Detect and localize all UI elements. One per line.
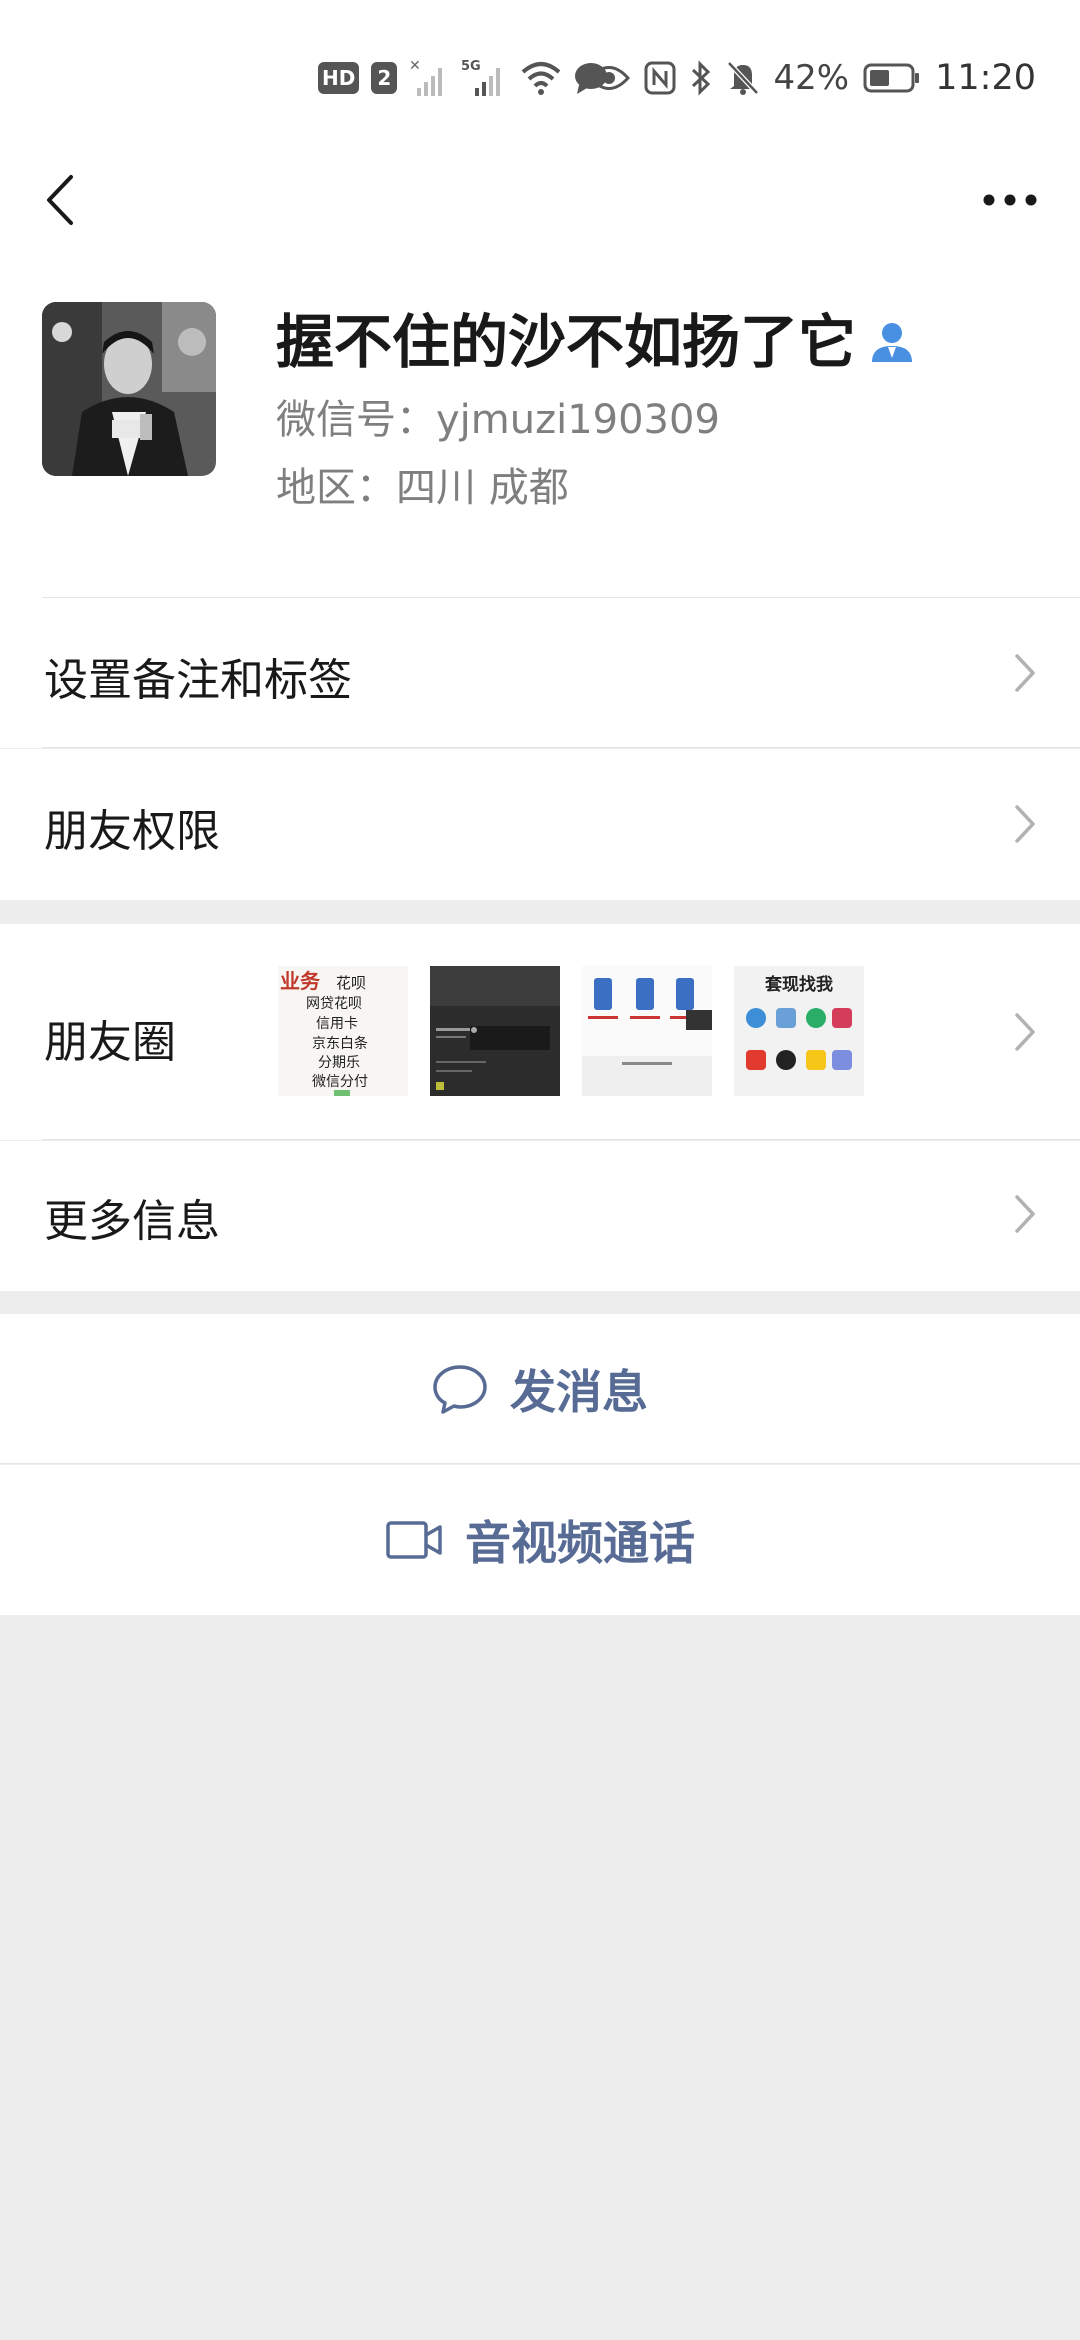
svg-text:5G: 5G (461, 59, 481, 74)
nickname: 握不住的沙不如扬了它 (276, 308, 857, 376)
wifi-icon (521, 62, 561, 95)
region: 地区：四川 成都 (276, 465, 569, 511)
chevron-right-icon (1015, 1013, 1035, 1051)
friend-permissions-row[interactable]: 朋友权限 (0, 749, 1080, 900)
status-bar-left: HD 2 ✕ 5G (318, 56, 609, 100)
thumb-apps-image: 套现找我 (734, 966, 864, 1096)
thumb1-line: 微信分付 (312, 1074, 368, 1090)
status-bar-right: 42% 11:20 (587, 56, 1036, 100)
moments-thumb (582, 966, 712, 1096)
moments-thumb: 业务 花呗 网贷花呗 信用卡 京东白条 分期乐 微信分付 (278, 966, 408, 1096)
moments-row[interactable]: 朋友圈 业务 花呗 网贷花呗 信用卡 京东白条 分期乐 微信分付 套现找我 (0, 924, 1080, 1140)
thumb1-line: 信用卡 (316, 1016, 358, 1032)
thumb1-line: 网贷花呗 (306, 996, 362, 1012)
profile-card: 握不住的沙不如扬了它 微信号：yjmuzi190309 地区：四川 成都 (0, 280, 1080, 598)
more-button[interactable] (970, 160, 1050, 240)
thumb1-line: 花呗 (336, 974, 366, 992)
send-message-button[interactable]: 发消息 (0, 1314, 1080, 1464)
thumb1-line: 京东白条 (312, 1035, 368, 1052)
video-camera-icon (386, 1521, 442, 1559)
chevron-right-icon (1015, 805, 1035, 843)
clock: 11:20 (935, 58, 1036, 98)
nickname-row: 握不住的沙不如扬了它 (276, 302, 916, 382)
divider (42, 747, 1080, 748)
more-info-row[interactable]: 更多信息 (0, 1141, 1080, 1291)
battery-icon (863, 63, 920, 93)
signal-5g-icon: 5G (461, 59, 501, 96)
thumb-text-image: 业务 花呗 网贷花呗 信用卡 京东白条 分期乐 微信分付 (278, 966, 408, 1096)
thumb1-line: 业务 (280, 969, 321, 993)
moments-thumb (430, 966, 560, 1096)
battery-percent: 42% (773, 58, 850, 98)
hd-icon: HD (318, 62, 360, 94)
chevron-left-icon (47, 175, 73, 225)
sim-2-icon: 2 (371, 62, 398, 94)
send-message-label: 发消息 (510, 1365, 648, 1419)
chevron-right-icon (1015, 1195, 1035, 1233)
eye-icon (587, 66, 630, 90)
moments-thumb: 套现找我 (734, 966, 864, 1096)
remark-tags-row[interactable]: 设置备注和标签 (0, 598, 1080, 748)
signal-x-icon: ✕ (409, 58, 443, 96)
thumb1-line: 分期乐 (318, 1055, 360, 1071)
remark-tags-label: 设置备注和标签 (44, 655, 352, 706)
divider (0, 1463, 1080, 1464)
nav-header (0, 150, 1080, 280)
nfc-icon (644, 61, 676, 95)
thumb-dark-image (430, 966, 560, 1096)
mute-bell-icon (726, 61, 759, 95)
thumb-phones-image (582, 966, 712, 1096)
moments-thumbnails: 业务 花呗 网贷花呗 信用卡 京东白条 分期乐 微信分付 套现找我 (278, 966, 864, 1096)
friend-permissions-label: 朋友权限 (44, 806, 220, 857)
av-call-label: 音视频通话 (465, 1516, 695, 1570)
chat-bubble-icon (433, 1365, 487, 1414)
moments-label: 朋友圈 (44, 1017, 176, 1068)
bluetooth-icon (691, 60, 710, 96)
thumb4-title: 套现找我 (764, 974, 833, 995)
chevron-right-icon (1015, 654, 1035, 692)
back-button[interactable] (30, 160, 90, 240)
status-bar: HD 2 ✕ 5G 42% 11:20 (0, 0, 1080, 150)
av-call-button[interactable]: 音视频通话 (0, 1465, 1080, 1615)
divider (42, 1139, 1080, 1140)
more-info-label: 更多信息 (44, 1196, 220, 1247)
avatar-photo (42, 302, 216, 476)
person-icon (872, 323, 913, 362)
svg-text:✕: ✕ (409, 58, 421, 74)
more-dots-icon (983, 194, 1037, 206)
wechat-id: 微信号：yjmuzi190309 (276, 397, 720, 443)
avatar[interactable] (42, 302, 216, 476)
